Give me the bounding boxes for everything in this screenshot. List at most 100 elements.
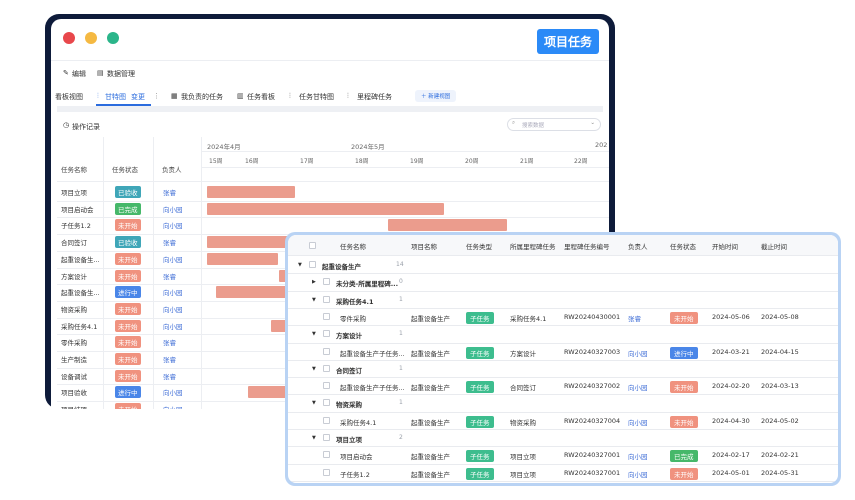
minimize-window-button[interactable] [85,32,97,44]
row-checkbox[interactable] [309,261,316,268]
expand-toggle-icon[interactable]: ▼ [312,331,316,337]
row-checkbox[interactable] [323,382,330,390]
status-badge: 未开始 [115,369,141,382]
owner-link[interactable]: 向小园 [628,382,648,392]
table-icon: ▤ [97,69,104,77]
header-divider [201,167,609,168]
owner-link[interactable]: 向小园 [163,387,183,397]
task-name[interactable]: 起重设备生产子任务... [340,382,405,392]
row-checkbox[interactable] [323,451,330,459]
row-checkbox[interactable] [323,330,330,338]
data-manage-menu[interactable]: 数据管理 [107,69,135,79]
status-badge: 未开始 [670,415,698,428]
expand-toggle-icon[interactable]: ▼ [298,262,302,268]
owner-link[interactable]: 张睿 [163,187,176,197]
select-all-checkbox[interactable] [309,242,316,249]
owner-link[interactable]: 向小园 [628,417,648,427]
group-count: 1 [399,295,403,303]
group-count: 1 [399,330,403,338]
owner-link[interactable]: 向小园 [628,451,648,461]
op-log-button[interactable]: 操作记录 [72,122,100,132]
gantt-bar[interactable] [207,186,295,198]
owner-link[interactable]: 向小园 [163,254,183,264]
expand-toggle-icon[interactable]: ▼ [312,435,316,441]
expand-toggle-icon[interactable]: ▶ [312,279,316,285]
row-divider [288,307,838,309]
tab-task-gantt[interactable]: 任务甘特图 [299,92,334,102]
week-label: 19周 [410,158,424,165]
row-checkbox[interactable] [323,434,330,441]
week-label: 22周 [574,158,588,165]
owner-link[interactable]: 张睿 [163,354,176,364]
task-type-badge: 子任务 [466,415,494,428]
group-count: 14 [396,261,404,268]
task-name: 起重设备生... [61,289,100,298]
owner-link[interactable]: 向小园 [163,304,183,314]
task-name[interactable]: 零件采购 [340,313,366,323]
maximize-window-button[interactable] [107,32,119,44]
milestone-name: 项目立项 [510,453,536,462]
more-icon[interactable]: ⋮ [153,92,160,100]
task-name[interactable]: 项目启动会 [340,451,373,461]
owner-link[interactable]: 向小园 [163,220,183,230]
task-name[interactable]: 子任务1.2 [340,469,370,479]
owner-link[interactable]: 向小园 [628,348,648,358]
search-input[interactable]: ⌕ 搜索数据 ⌄ [507,118,601,131]
header-owner: 负责人 [162,166,182,174]
row-divider [288,446,838,448]
new-view-button[interactable]: ＋ 新建视图 [415,90,457,102]
row-checkbox[interactable] [323,399,330,407]
gantt-bar[interactable] [388,219,507,232]
task-name: 项目验收 [61,389,87,398]
row-checkbox[interactable] [323,278,330,286]
table-header-cell: 项目名称 [411,243,437,251]
row-checkbox[interactable] [323,347,330,355]
owner-link[interactable]: 向小园 [163,321,183,331]
tab-gantt[interactable]: 甘特图 [105,92,126,102]
owner-link[interactable]: 张睿 [163,237,176,247]
row-checkbox[interactable] [323,364,330,372]
owner-link[interactable]: 向小园 [163,287,183,297]
task-name[interactable]: 采购任务4.1 [340,417,376,427]
milestone-code: RW20240327001 [564,451,621,460]
row-divider [288,359,838,361]
start-date: 2024-05-06 [712,312,750,321]
view-tabs: 看板视图 ⫶ 甘特图 变更 ⋮ ▦ 我负责的任务 ▥ 任务看板 ⫶ 任务甘特图 … [51,89,609,106]
owner-link[interactable]: 向小园 [163,404,183,409]
gantt-bar[interactable] [207,252,278,265]
task-name[interactable]: 起重设备生产子任务... [340,348,405,358]
gantt-bar[interactable] [207,202,444,215]
owner-link[interactable]: 张睿 [163,337,176,347]
row-checkbox[interactable] [323,312,330,320]
tab-my-tasks[interactable]: 我负责的任务 [181,92,223,102]
tab-board-view[interactable]: 看板视图 [55,92,83,102]
row-divider [288,273,838,275]
owner-link[interactable]: 向小园 [628,469,648,479]
group-title: 合同签订 [336,366,362,375]
row-checkbox[interactable] [323,468,330,476]
tab-task-board[interactable]: 任务看板 [247,92,275,102]
header-bottom [57,181,609,182]
row-checkbox[interactable] [323,416,330,424]
gantt-icon: ⫶ [347,92,349,100]
group-count: 0 [399,278,403,286]
row-divider [288,411,838,413]
expand-toggle-icon[interactable]: ▼ [312,400,316,406]
owner-link[interactable]: 向小园 [163,204,183,214]
tab-milestone[interactable]: 里程碑任务 [357,92,392,102]
milestone-code: RW20240430001 [564,312,621,321]
expand-toggle-icon[interactable]: ▼ [312,366,316,372]
edit-menu[interactable]: 编辑 [72,69,86,79]
milestone-code: RW20240327003 [564,347,621,356]
owner-link[interactable]: 张睿 [163,371,176,381]
task-name: 零件采购 [61,339,87,348]
title-bar: 项目任务 [51,19,609,61]
close-window-button[interactable] [63,32,75,44]
owner-link[interactable]: 张睿 [628,313,641,323]
clock-icon: ◷ [63,121,70,129]
tab-change[interactable]: 变更 [131,92,145,102]
owner-link[interactable]: 张睿 [163,271,176,281]
expand-toggle-icon[interactable]: ▼ [312,297,316,303]
row-checkbox[interactable] [323,295,330,303]
project-name: 起重设备生产 [411,470,450,479]
